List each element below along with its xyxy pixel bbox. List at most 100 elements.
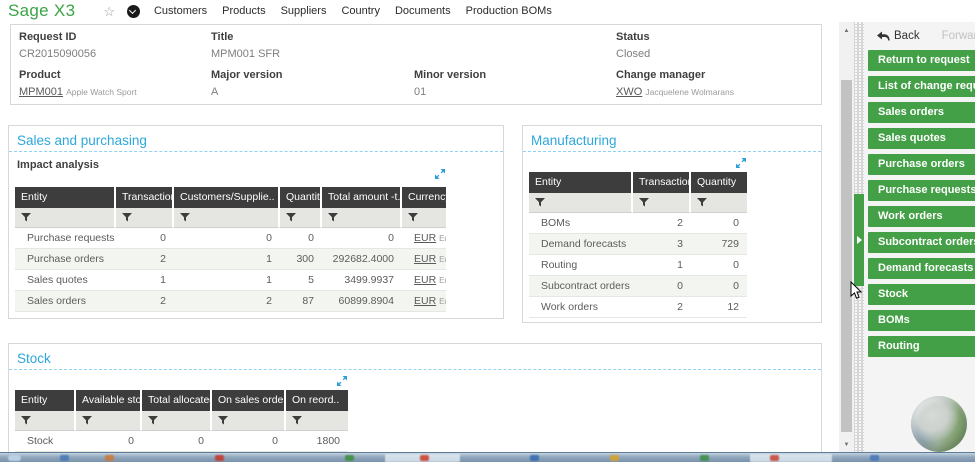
table-row[interactable]: Routing 1 0 (529, 255, 747, 276)
taskbar-app-icon[interactable] (345, 455, 354, 461)
stock-panel: Stock Entity Available sto.. Total alloc… (8, 343, 822, 454)
cell-currency: EUR Euro (402, 249, 446, 270)
sidebar-button-routing[interactable]: Routing (868, 336, 975, 357)
filter-cell[interactable] (529, 193, 633, 213)
table-row[interactable]: Work orders 2 12 (529, 297, 747, 318)
impact-analysis-label: Impact analysis (9, 152, 503, 171)
windows-taskbar[interactable] (0, 452, 975, 462)
sidebar-button-demand-forecasts[interactable]: Demand forecasts (868, 258, 975, 279)
sidebar-button-subcontract-orders[interactable]: Subcontract orders (868, 232, 975, 253)
currency-link[interactable]: EUR (414, 274, 436, 286)
sidebar-button-purchase-orders[interactable]: Purchase orders (868, 154, 975, 175)
nav-item-products[interactable]: Products (222, 5, 265, 17)
sidebar-button-return-to-request[interactable]: Return to request (868, 50, 975, 71)
sidebar-button-sales-orders[interactable]: Sales orders (868, 102, 975, 123)
table-row[interactable]: Sales quotes 1 1 5 3499.9937 EUR Euro (15, 270, 446, 291)
taskbar-app-icon[interactable] (215, 455, 224, 461)
filter-icon (408, 213, 418, 222)
table-row[interactable]: Sales orders 2 2 87 60899.8904 EUR Euro (15, 291, 446, 312)
filter-cell[interactable] (142, 411, 212, 431)
table-row[interactable]: Stock 0 0 0 1800 (15, 431, 348, 452)
scroll-up-icon[interactable]: ▲ (839, 26, 854, 36)
filter-cell[interactable] (633, 193, 691, 213)
chevron-right-icon (857, 236, 862, 244)
taskbar-app-icon[interactable] (770, 455, 779, 461)
currency-link[interactable]: EUR (414, 232, 436, 244)
nav-item-documents[interactable]: Documents (395, 5, 451, 17)
sales-purchasing-title: Sales and purchasing (9, 126, 503, 152)
expand-icon[interactable] (336, 375, 348, 390)
currency-link[interactable]: EUR (414, 253, 436, 265)
sidebar-button-stock[interactable]: Stock (868, 284, 975, 305)
stock-table: Entity Available sto.. Total allocated O… (15, 390, 348, 452)
product-code-link[interactable]: MPM001 (19, 86, 63, 98)
filter-icon (286, 213, 296, 222)
favorite-star-icon[interactable]: ☆ (103, 5, 115, 18)
cell-transactions: 0 (116, 228, 174, 249)
nav-item-country[interactable]: Country (341, 5, 380, 17)
currency-link[interactable]: EUR (414, 295, 436, 307)
sidebar-button-boms[interactable]: BOMs (868, 310, 975, 331)
cell-currency: EUR Euro (402, 291, 446, 312)
scroll-down-icon[interactable]: ▼ (839, 440, 854, 450)
table-row[interactable]: Purchase orders 2 1 300 292682.4000 EUR … (15, 249, 446, 270)
table-row[interactable]: Subcontract orders 0 0 (529, 276, 747, 297)
filter-cell[interactable] (286, 411, 348, 431)
expand-icon[interactable] (735, 157, 747, 172)
filter-icon (535, 198, 545, 207)
nav-item-customers[interactable]: Customers (154, 5, 207, 17)
currency-name: Euro (439, 255, 446, 264)
field-change-manager: Change manager XWO Jacquelene Wolmarans (608, 63, 821, 104)
status-label: Status (616, 31, 817, 43)
cell-allocated: 0 (142, 431, 212, 452)
scrollbar-thumb[interactable] (841, 80, 852, 432)
taskbar-app-icon[interactable] (700, 455, 709, 461)
col-quantity: Quantity (280, 187, 322, 208)
right-sidebar: Back Forward Return to request List of c… (864, 22, 975, 462)
taskbar-app-icon[interactable] (105, 455, 114, 461)
taskbar-window-button[interactable] (750, 454, 832, 462)
minor-version-label: Minor version (414, 69, 604, 81)
cell-quantity: 0 (280, 228, 322, 249)
vertical-scrollbar[interactable]: ▲ ▼ (839, 22, 854, 452)
sidebar-button-list-of-change-requests[interactable]: List of change requests (868, 76, 975, 97)
forward-button[interactable]: Forward (942, 30, 975, 42)
filter-icon (180, 213, 190, 222)
table-row[interactable]: BOMs 2 0 (529, 213, 747, 234)
taskbar-app-icon[interactable] (870, 455, 879, 461)
taskbar-app-icon[interactable] (610, 455, 619, 461)
cell-quantity: 300 (280, 249, 322, 270)
nav-item-production-boms[interactable]: Production BOMs (466, 5, 552, 17)
cell-on-reorder: 1800 (286, 431, 348, 452)
sidebar-collapse-handle[interactable] (854, 194, 864, 286)
taskbar-app-icon[interactable] (420, 455, 429, 461)
filter-cell[interactable] (76, 411, 142, 431)
filter-icon (148, 416, 158, 425)
taskbar-app-icon[interactable] (530, 455, 539, 461)
table-row[interactable]: Demand forecasts 3 729 (529, 234, 747, 255)
filter-cell[interactable] (212, 411, 286, 431)
filter-cell[interactable] (691, 193, 747, 213)
currency-name: Euro (439, 234, 446, 243)
start-orb-icon[interactable] (8, 455, 21, 461)
filter-cell[interactable] (15, 208, 116, 228)
filter-cell[interactable] (116, 208, 174, 228)
table-row[interactable]: Purchase requests 0 0 0 0 EUR Euro (15, 228, 446, 249)
request-id-value: CR2015090056 (19, 48, 199, 60)
filter-cell[interactable] (15, 411, 76, 431)
change-manager-code-link[interactable]: XWO (616, 86, 642, 98)
expand-icon[interactable] (434, 168, 446, 183)
filter-cell[interactable] (280, 208, 322, 228)
filter-cell[interactable] (322, 208, 402, 228)
sidebar-button-sales-quotes[interactable]: Sales quotes (868, 128, 975, 149)
taskbar-app-icon[interactable] (60, 455, 69, 461)
cell-total: 3499.9937 (322, 270, 402, 291)
filter-cell[interactable] (174, 208, 280, 228)
nav-item-suppliers[interactable]: Suppliers (281, 5, 327, 17)
chevron-down-circle-icon[interactable] (127, 5, 140, 18)
sidebar-button-work-orders[interactable]: Work orders (868, 206, 975, 227)
filter-cell[interactable] (402, 208, 446, 228)
sidebar-button-purchase-requests[interactable]: Purchase requests (868, 180, 975, 201)
back-button[interactable]: Back (876, 30, 920, 42)
manufacturing-table: Entity Transactions Quantity BOMs 2 0 De… (529, 172, 747, 318)
